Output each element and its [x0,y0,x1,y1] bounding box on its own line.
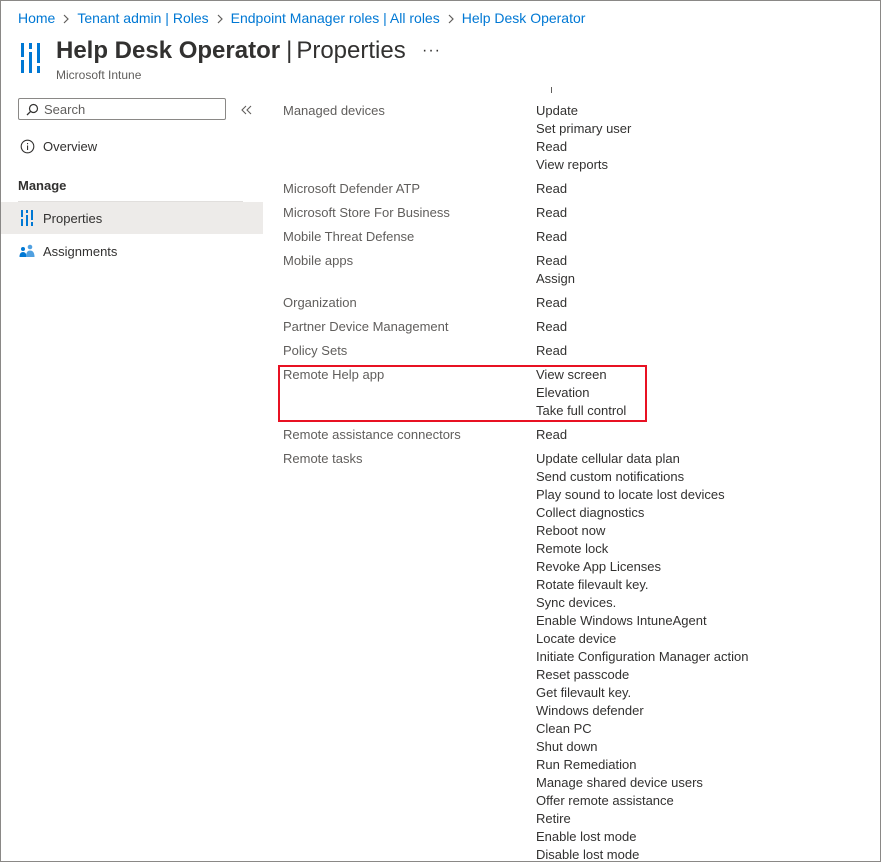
permission-values: Update cellular data plan Send custom not… [536,450,749,862]
permission-value: Read [536,427,568,442]
permission-value: Read [536,343,568,358]
permission-value: Read [536,139,568,154]
permission-value: Run Remediation [536,757,637,772]
properties-icon [18,209,36,227]
permission-value: Windows defender [536,703,644,718]
permission-category: Policy Sets [283,343,348,358]
permission-value: Read [536,319,568,334]
info-icon [18,137,36,155]
permission-values: Read [536,204,567,222]
collapse-sidebar-icon[interactable] [241,102,253,120]
permission-values: Read [536,426,567,444]
chevron-right-icon [209,10,231,26]
permission-category: Managed devices [283,103,385,118]
sidebar-search-box[interactable] [18,98,226,120]
breadcrumb-tenant-admin-roles[interactable]: Tenant admin | Roles [77,10,208,26]
permission-value: Enable lost mode [536,829,637,844]
permission-value: Read [536,205,568,220]
sidebar-item-overview[interactable]: Overview [1,130,263,162]
permission-value: Reset passcode [536,667,630,682]
sidebar-item-label: Overview [43,138,98,154]
permission-value: Retire [536,811,571,826]
intune-properties-icon [20,43,42,78]
permission-value: Sync devices. [536,595,617,610]
search-input[interactable] [42,101,216,117]
sidebar-item-assignments[interactable]: Assignments [1,235,263,267]
page-title-main: Help Desk Operator [56,37,281,64]
permission-value: Enable Windows IntuneAgent [536,613,707,628]
permission-value: Reboot now [536,523,606,538]
permission-value: Read [536,253,568,268]
permission-category: Remote assistance connectors [283,427,461,442]
permission-value: Read [536,181,568,196]
users-group-icon [18,242,36,260]
search-icon [22,103,42,116]
sidebar-item-label: Assignments [43,243,118,259]
service-name: Microsoft Intune [56,68,142,82]
permissions-list: Managed devices Update Set primary user Rea… [283,1,843,862]
sidebar-section-manage: Manage [18,178,67,193]
window-frame: Home Tenant admin | Roles Endpoint Manag… [0,0,881,862]
permission-value: Get filevault key. [536,685,632,700]
permission-value: Update cellular data plan [536,451,680,466]
chevron-right-icon [55,10,77,26]
permission-value: Revoke App Licenses [536,559,662,574]
sidebar-item-properties[interactable]: Properties [1,202,263,234]
permission-value: Rotate filevault key. [536,577,649,592]
permission-category: Remote tasks [283,451,363,466]
permission-value: Manage shared device users [536,775,703,790]
permission-values: Read [536,228,567,246]
breadcrumb-home[interactable]: Home [18,10,55,26]
permission-category: Partner Device Management [283,319,449,334]
permission-category: Microsoft Store For Business [283,205,450,220]
permission-values: Read [536,342,567,360]
permission-value: Clean PC [536,721,592,736]
permission-value: Collect diagnostics [536,505,645,520]
permission-values: Read [536,180,567,198]
permission-value: Offer remote assistance [536,793,674,808]
permission-category: Microsoft Defender ATP [283,181,421,196]
permission-value: View reports [536,157,609,172]
permission-value: Update [536,103,578,118]
permission-category: Organization [283,295,357,310]
permission-values: Update Set primary user Read View reports [536,102,631,174]
permission-value: Shut down [536,739,598,754]
permission-values: Read [536,294,567,312]
permission-value: Assign [536,271,576,286]
permission-value: Send custom notifications [536,469,685,484]
permission-values: Read Assign [536,252,575,288]
permission-value: Set primary user [536,121,632,136]
permission-category: Mobile Threat Defense [283,229,415,244]
permission-category: Mobile apps [283,253,354,268]
permission-value: Read [536,295,568,310]
permission-values: Read [536,318,567,336]
permission-value: Play sound to locate lost devices [536,487,725,502]
sidebar-item-label: Properties [43,210,103,226]
permission-value: Locate device [536,631,617,646]
permission-value: Disable lost mode [536,847,640,862]
permission-value: Initiate Configuration Manager action [536,649,749,664]
permission-value: Read [536,229,568,244]
remote-help-highlight-box [278,365,647,422]
permission-value: Remote lock [536,541,609,556]
